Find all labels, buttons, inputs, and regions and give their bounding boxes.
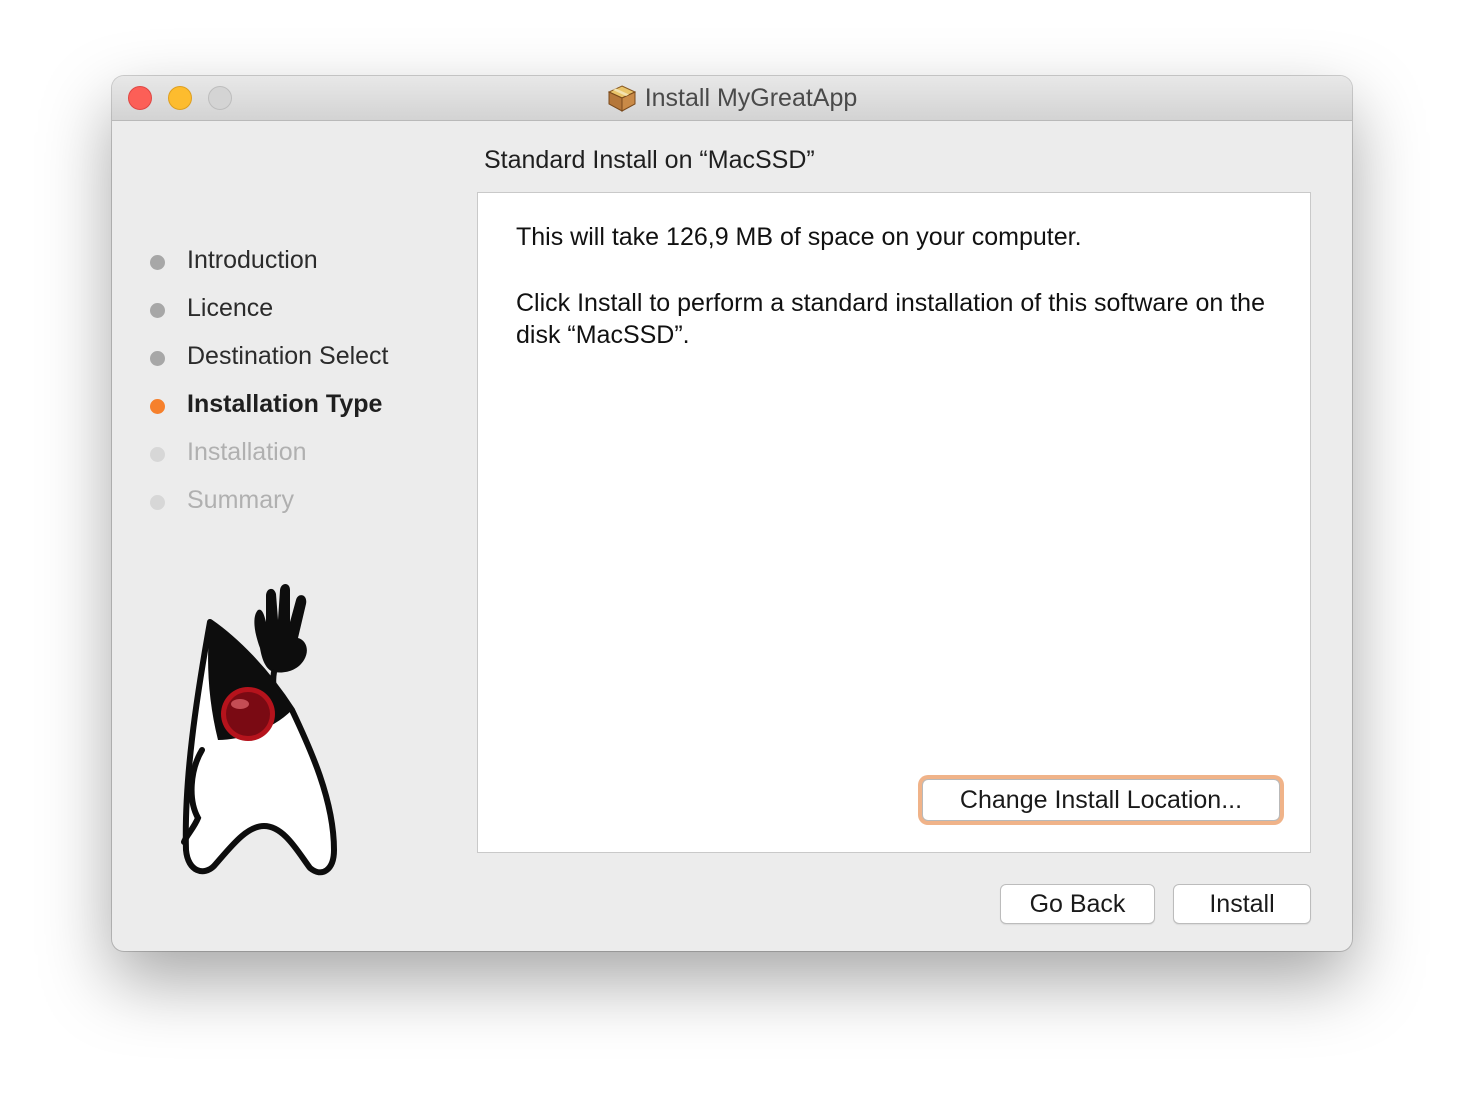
step-active-dot-icon [150, 398, 165, 414]
step-dot-icon [150, 254, 165, 270]
window-title: Install MyGreatApp [644, 83, 858, 112]
title-group: Install MyGreatApp [112, 76, 1352, 120]
installer-window: Install MyGreatApp Introduction Licence … [112, 76, 1352, 951]
desktop-stage: Install MyGreatApp Introduction Licence … [0, 0, 1464, 1100]
install-button[interactable]: Install [1173, 884, 1311, 924]
step-destination-select: Destination Select [150, 332, 389, 380]
content-panel: This will take 126,9 MB of space on your… [477, 192, 1311, 853]
step-label: Licence [187, 293, 274, 322]
step-label: Installation Type [187, 389, 383, 418]
change-install-location-button[interactable]: Change Install Location... [922, 779, 1280, 821]
step-label: Destination Select [187, 341, 389, 370]
steps-sidebar: Introduction Licence Destination Select … [112, 120, 472, 951]
step-label: Summary [187, 485, 294, 514]
step-dot-icon [150, 494, 165, 510]
step-label: Installation [187, 437, 307, 466]
step-summary: Summary [150, 476, 389, 524]
step-label: Introduction [187, 245, 318, 274]
steps-list: Introduction Licence Destination Select … [150, 236, 389, 524]
install-instruction-text: Click Install to perform a standard inst… [516, 289, 1265, 349]
step-licence: Licence [150, 284, 389, 332]
step-installation: Installation [150, 428, 389, 476]
java-duke-mascot [174, 580, 344, 880]
space-required-text: This will take 126,9 MB of space on your… [516, 223, 1082, 251]
step-dot-icon [150, 350, 165, 366]
package-icon [607, 84, 637, 112]
step-installation-type: Installation Type [150, 380, 389, 428]
step-dot-icon [150, 446, 165, 462]
install-header: Standard Install on “MacSSD” [484, 146, 815, 174]
step-dot-icon [150, 302, 165, 318]
step-introduction: Introduction [150, 236, 389, 284]
go-back-button[interactable]: Go Back [1000, 884, 1155, 924]
title-bar[interactable]: Install MyGreatApp [112, 76, 1352, 121]
